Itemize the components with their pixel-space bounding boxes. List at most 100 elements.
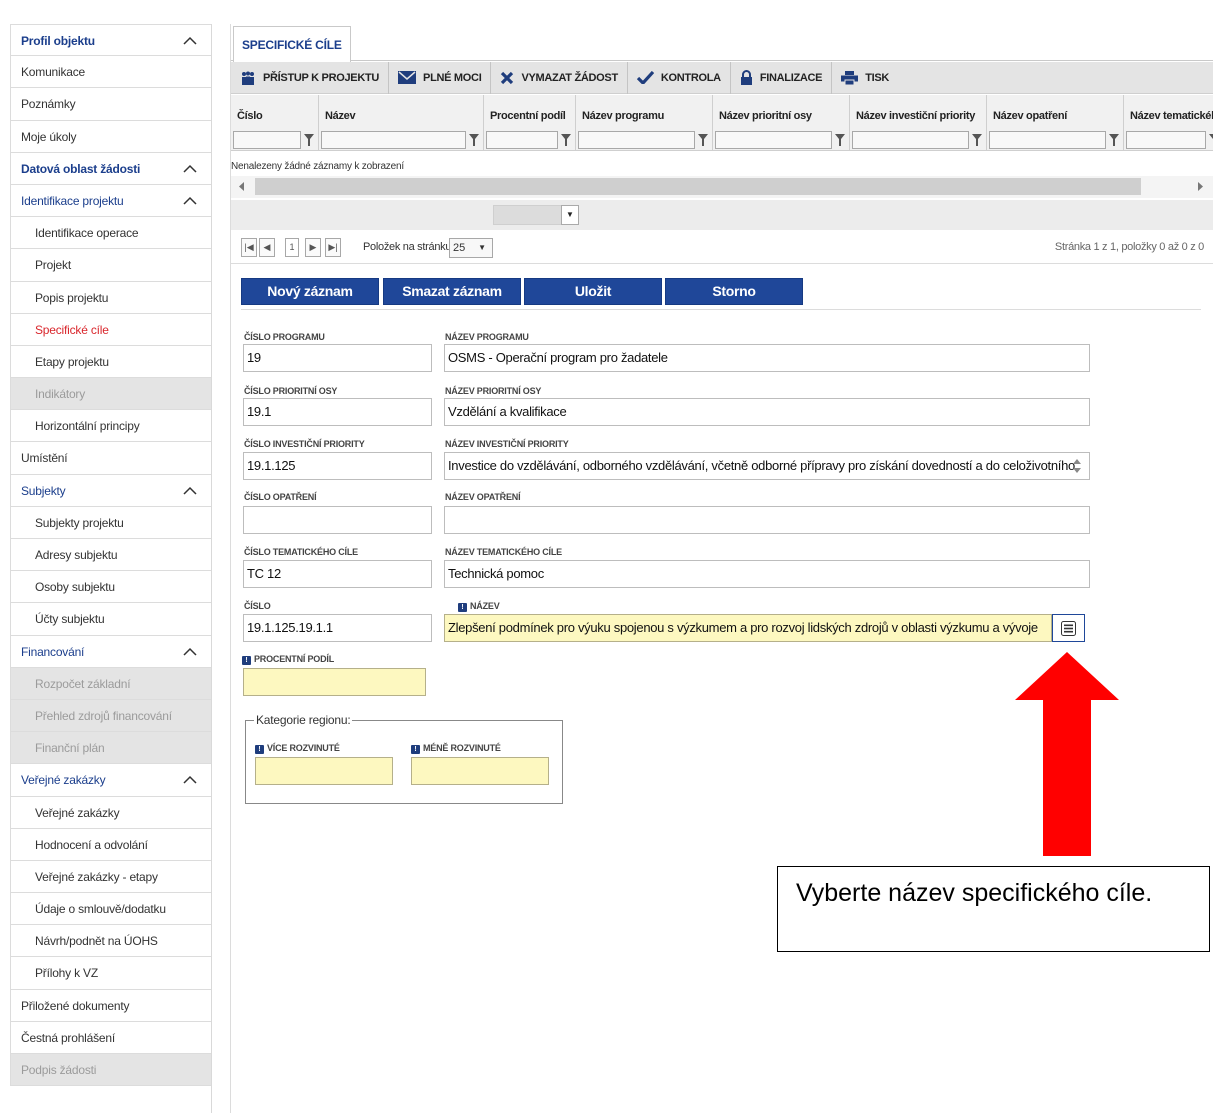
invest-name-field[interactable]: Investice do vzdělávání, odborného vzděl… (444, 452, 1090, 480)
theme-name-field[interactable]: Technická pomoc (444, 560, 1090, 588)
filter-icon[interactable] (561, 134, 571, 146)
column-filter-input[interactable] (233, 131, 301, 149)
less-developed-field[interactable] (411, 757, 549, 785)
column-header[interactable]: Název programu (582, 110, 664, 122)
column-filter-input[interactable] (715, 131, 832, 149)
sidebar-item[interactable]: Datová oblast žádosti (10, 152, 211, 185)
filter-icon[interactable] (1209, 134, 1213, 146)
column-header[interactable]: Název opatření (993, 110, 1067, 122)
sidebar-item[interactable]: Údaje o smlouvě/dodatku (10, 893, 211, 926)
chevron-up-icon[interactable] (183, 164, 197, 173)
scroll-left-icon[interactable] (239, 182, 245, 191)
sidebar-item[interactable]: Komunikace (10, 56, 211, 89)
column-header[interactable]: Název investiční priority (856, 110, 975, 122)
filter-icon[interactable] (304, 134, 314, 146)
sidebar-item[interactable]: Přiložené dokumenty (10, 989, 211, 1022)
column-filter-input[interactable] (989, 131, 1106, 149)
sidebar-item[interactable]: Identifikace projektu (10, 184, 211, 218)
theme-number-field[interactable]: TC 12 (243, 560, 432, 588)
sidebar-item[interactable]: Přehled zdrojů financování (10, 699, 211, 733)
column-header[interactable]: Název tematického (1130, 110, 1213, 122)
next-page-button[interactable]: ▶ (305, 238, 321, 257)
program-name-field[interactable]: OSMS - Operační program pro žadatele (444, 344, 1090, 372)
chevron-up-icon[interactable] (183, 486, 197, 495)
measure-name-field[interactable] (444, 506, 1090, 534)
filter-icon[interactable] (835, 134, 845, 146)
sidebar-item[interactable]: Umístění (10, 442, 211, 475)
sidebar-item[interactable]: Veřejné zakázky (10, 796, 211, 829)
print-button[interactable]: TISK (832, 62, 898, 94)
sidebar-item[interactable]: Účty subjektu (10, 603, 211, 636)
save-button[interactable]: Uložit (524, 278, 662, 305)
sidebar-item[interactable]: Rozpočet základní (10, 667, 211, 700)
sidebar-item[interactable]: Adresy subjektu (10, 539, 211, 572)
sidebar-item[interactable]: Hodnocení a odvolání (10, 828, 211, 861)
axis-number-field[interactable]: 19.1 (243, 398, 432, 426)
sidebar-item[interactable]: Specifické cíle (10, 313, 211, 346)
filter-icon[interactable] (1109, 134, 1119, 146)
sidebar-item[interactable]: Návrh/podnět na ÚOHS (10, 925, 211, 958)
page-size-select[interactable]: 25 ▼ (449, 238, 493, 258)
page-number-input[interactable]: 1 (285, 238, 299, 257)
column-header[interactable]: Procentní podíl (490, 110, 566, 122)
number-field[interactable]: 19.1.125.19.1.1 (243, 614, 432, 642)
column-filter-input[interactable] (1126, 131, 1206, 149)
sidebar-item[interactable]: Subjekty projektu (10, 506, 211, 539)
sidebar-item[interactable]: Čestná prohlášení (10, 1021, 211, 1054)
sidebar-item[interactable]: Moje úkoly (10, 120, 211, 153)
finalize-button[interactable]: FINALIZACE (731, 61, 833, 94)
first-page-button[interactable]: |◀ (241, 238, 257, 257)
check-button[interactable]: KONTROLA (628, 61, 731, 94)
select-name-button[interactable] (1052, 614, 1085, 642)
last-page-button[interactable]: ▶| (325, 238, 341, 257)
filter-icon[interactable] (698, 134, 708, 146)
scroll-right-icon[interactable] (1197, 182, 1203, 191)
sidebar-item[interactable]: Projekt (10, 249, 211, 282)
column-header[interactable]: Název prioritní osy (719, 110, 812, 122)
filter-icon[interactable] (469, 134, 479, 146)
tab-specific-goals[interactable]: SPECIFICKÉ CÍLE (233, 26, 351, 62)
chevron-up-icon[interactable] (183, 647, 197, 656)
delete-application-button[interactable]: VYMAZAT ŽÁDOST (491, 61, 628, 94)
sidebar-item[interactable]: Finanční plán (10, 732, 211, 765)
sidebar-item[interactable]: Financování (10, 635, 211, 668)
sidebar-item[interactable]: Horizontální principy (10, 410, 211, 443)
sidebar-item[interactable]: Subjekty (10, 474, 211, 507)
axis-name-field[interactable]: Vzdělání a kvalifikace (444, 398, 1090, 426)
chevron-down-icon[interactable]: ▼ (561, 205, 579, 225)
sidebar-item[interactable]: Veřejné zakázky (10, 764, 211, 797)
invest-number-field[interactable]: 19.1.125 (243, 452, 432, 480)
column-header[interactable]: Název (325, 110, 356, 122)
filter-icon[interactable] (972, 134, 982, 146)
prev-page-button[interactable]: ◀ (259, 238, 275, 257)
sidebar-item[interactable]: Identifikace operace (10, 217, 211, 250)
project-access-button[interactable]: PŘÍSTUP K PROJEKTU (231, 61, 390, 94)
column-filter-input[interactable] (486, 131, 558, 149)
powers-of-attorney-button[interactable]: PLNÉ MOCI (389, 61, 492, 94)
program-number-field[interactable]: 19 (243, 344, 432, 372)
chevron-up-icon[interactable] (183, 775, 197, 784)
chevron-up-icon[interactable] (183, 196, 197, 205)
sidebar-item[interactable]: Profil objektu (10, 24, 211, 57)
sidebar-item[interactable]: Indikátory (10, 378, 211, 411)
share-field[interactable] (243, 668, 426, 696)
sidebar-item[interactable]: Veřejné zakázky - etapy (10, 860, 211, 894)
name-field[interactable]: Zlepšení podmínek pro výuku spojenou s v… (444, 614, 1052, 642)
sidebar-item[interactable]: Etapy projektu (10, 345, 211, 379)
sidebar-item[interactable]: Osoby subjektu (10, 571, 211, 604)
new-record-button[interactable]: Nový záznam (241, 278, 379, 305)
scrollbar-thumb[interactable] (255, 178, 1141, 195)
column-header[interactable]: Číslo (237, 110, 263, 122)
cancel-button[interactable]: Storno (665, 278, 803, 305)
spinner-icon[interactable] (1073, 459, 1081, 473)
sidebar-item[interactable]: Poznámky (10, 88, 211, 121)
sidebar-item[interactable]: Přílohy k VZ (10, 957, 211, 990)
column-filter-input[interactable] (578, 131, 695, 149)
chevron-up-icon[interactable] (183, 36, 197, 45)
measure-number-field[interactable] (243, 506, 432, 534)
more-developed-field[interactable] (255, 757, 393, 785)
sidebar-item[interactable]: Popis projektu (10, 281, 211, 314)
column-filter-input[interactable] (852, 131, 969, 149)
column-filter-input[interactable] (321, 131, 466, 149)
delete-record-button[interactable]: Smazat záznam (383, 278, 521, 305)
